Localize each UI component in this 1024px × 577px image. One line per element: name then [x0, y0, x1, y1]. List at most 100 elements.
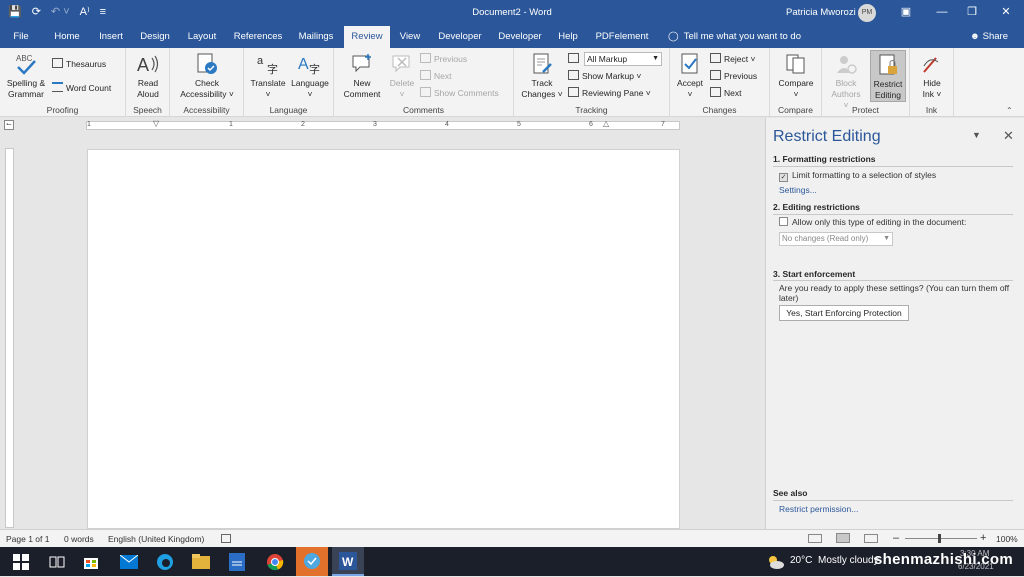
tab-design[interactable]: Design [136, 26, 174, 48]
editing-type-select[interactable]: No changes (Read only) ▼ [779, 232, 893, 246]
reviewing-pane-button[interactable]: Reviewing Pane ˅ [568, 87, 651, 99]
indent-marker-icon[interactable]: ▽ [153, 119, 159, 128]
allow-editing-checkbox[interactable]: Allow only this type of editing in the d… [779, 217, 966, 227]
right-indent-marker-icon[interactable]: △ [603, 119, 609, 128]
tab-developer[interactable]: Developer [434, 26, 486, 48]
next-comment-label: Next [434, 71, 452, 81]
next-change-label: Next [724, 88, 742, 98]
zoom-out-icon[interactable]: – [893, 532, 899, 544]
tab-layout[interactable]: Layout [182, 26, 222, 48]
edge-icon[interactable] [154, 551, 176, 573]
share-button[interactable]: ☻ Share [970, 31, 1008, 42]
spelling-label: Spelling & [6, 78, 46, 88]
vertical-ruler[interactable] [5, 148, 14, 528]
tab-selector[interactable]: ⌙ [4, 120, 14, 130]
thesaurus-button[interactable]: Thesaurus [52, 58, 106, 70]
page-count[interactable]: Page 1 of 1 [6, 534, 49, 544]
macro-record-icon[interactable] [221, 534, 231, 543]
user-name[interactable]: Patricia Mworozi [786, 7, 856, 18]
language-status[interactable]: English (United Kingdom) [108, 534, 204, 544]
tab-file[interactable]: File [6, 26, 36, 48]
show-comments-button[interactable]: Show Comments [420, 87, 499, 99]
markup-select[interactable]: All Markup ▼ [584, 52, 662, 66]
limit-formatting-checkbox[interactable]: ✓ Limit formatting to a selection of styl… [779, 170, 936, 182]
word-count-button[interactable]: Word Count [52, 82, 111, 94]
next-change-button[interactable]: Next [710, 87, 741, 99]
read-mode-icon[interactable] [808, 534, 822, 543]
previous-change-button[interactable]: Previous [710, 70, 757, 82]
editing-restrictions-heading: 2. Editing restrictions [773, 202, 860, 212]
tab-pdfelement[interactable]: PDFelement [592, 26, 652, 48]
compare-label: Compare [778, 78, 814, 88]
check-accessibility-button[interactable]: Check Accessibility ˅ [176, 52, 238, 100]
tab-view[interactable]: View [396, 26, 424, 48]
spelling-grammar-button[interactable]: ABC Spelling & Grammar [4, 52, 48, 100]
show-markup-button[interactable]: Show Markup ˅ [568, 70, 641, 82]
zoom-in-icon[interactable]: + [980, 532, 986, 544]
hide-ink-button[interactable]: Hide Ink ˅ [914, 52, 950, 100]
tab-review[interactable]: Review [344, 26, 390, 49]
track-changes-button[interactable]: Track Changes ˅ [518, 52, 566, 100]
tab-references[interactable]: References [230, 26, 286, 48]
weather-cloud-icon[interactable] [764, 551, 786, 573]
compare-button[interactable]: Compare ˅ [774, 52, 818, 100]
delete-comment-button[interactable]: Delete ˅ [386, 52, 418, 100]
tasks-app-icon[interactable] [226, 551, 248, 573]
zoom-level[interactable]: 100% [996, 534, 1018, 544]
restrict-permission-link[interactable]: Restrict permission... [779, 504, 858, 514]
accept-button[interactable]: Accept ˅ [674, 52, 706, 100]
task-view-icon[interactable] [46, 551, 68, 573]
word-taskbar-icon[interactable]: W [332, 547, 364, 576]
divider [773, 500, 1013, 501]
start-enforcing-button[interactable]: Yes, Start Enforcing Protection [779, 305, 909, 321]
tab-home[interactable]: Home [48, 26, 86, 48]
translate-icon: a字 [257, 55, 278, 76]
read-aloud-button[interactable]: A Read Aloud [130, 52, 166, 100]
block-authors-button[interactable]: Block Authors ˅ [828, 52, 864, 111]
avatar[interactable]: PM [858, 4, 876, 22]
ribbon-display-icon[interactable]: ▣ [898, 4, 914, 20]
status-bar: Page 1 of 1 0 words English (United King… [0, 529, 1024, 547]
next-comment-button[interactable]: Next [420, 70, 451, 82]
windows-start-icon[interactable] [10, 551, 32, 573]
close-icon[interactable]: ✕ [998, 4, 1014, 20]
print-layout-icon[interactable] [836, 533, 850, 543]
word-count[interactable]: 0 words [64, 534, 94, 544]
restrict-editing-button[interactable]: Restrict Editing [870, 50, 906, 102]
web-layout-icon[interactable] [864, 534, 878, 543]
limit-formatting-label: Limit formatting to a selection of style… [792, 170, 937, 180]
restore-icon[interactable]: ❐ [964, 4, 980, 20]
document-page[interactable] [87, 149, 680, 529]
tab-mailings[interactable]: Mailings [294, 26, 338, 48]
horizontal-ruler[interactable]: 1 1 2 3 4 5 6 7 ▽ △ [86, 119, 680, 130]
reject-button[interactable]: Reject ˅ [710, 53, 755, 65]
tell-me-search[interactable]: ◯ Tell me what you want to do [668, 31, 801, 42]
notification-app-icon[interactable] [296, 547, 328, 576]
pane-close-icon[interactable]: ✕ [1003, 128, 1014, 144]
lightbulb-icon: ◯ [668, 31, 679, 42]
chevron-down-icon: ▼ [652, 55, 659, 62]
zoom-slider[interactable] [905, 538, 977, 539]
minimize-icon[interactable]: — [934, 4, 950, 20]
tab-insert[interactable]: Insert [94, 26, 128, 48]
ruler-number: 6 [589, 121, 593, 128]
svg-text:W: W [342, 555, 354, 569]
zoom-slider-handle[interactable] [938, 534, 941, 543]
tab-developer-2[interactable]: Developer [494, 26, 546, 48]
settings-link[interactable]: Settings... [779, 185, 817, 195]
new-comment-button[interactable]: New Comment [340, 52, 384, 100]
pane-options-icon[interactable]: ▼ [972, 130, 981, 140]
svg-text:a: a [257, 55, 264, 67]
previous-comment-button[interactable]: Previous [420, 53, 467, 65]
store-icon[interactable] [80, 551, 102, 573]
language-button[interactable]: A字 Language ˅ [290, 52, 330, 100]
language-icon: A字 [298, 56, 320, 76]
tab-help[interactable]: Help [554, 26, 582, 48]
restrict-editing-icon [879, 54, 897, 75]
group-language: a字 Translate ˅ A字 Language ˅ Language [244, 48, 334, 117]
file-explorer-icon[interactable] [190, 551, 212, 573]
mail-icon[interactable] [118, 551, 140, 573]
translate-button[interactable]: a字 Translate ˅ [248, 52, 288, 100]
collapse-ribbon-icon[interactable]: ⌃ [1006, 106, 1013, 115]
chrome-icon[interactable] [264, 551, 286, 573]
